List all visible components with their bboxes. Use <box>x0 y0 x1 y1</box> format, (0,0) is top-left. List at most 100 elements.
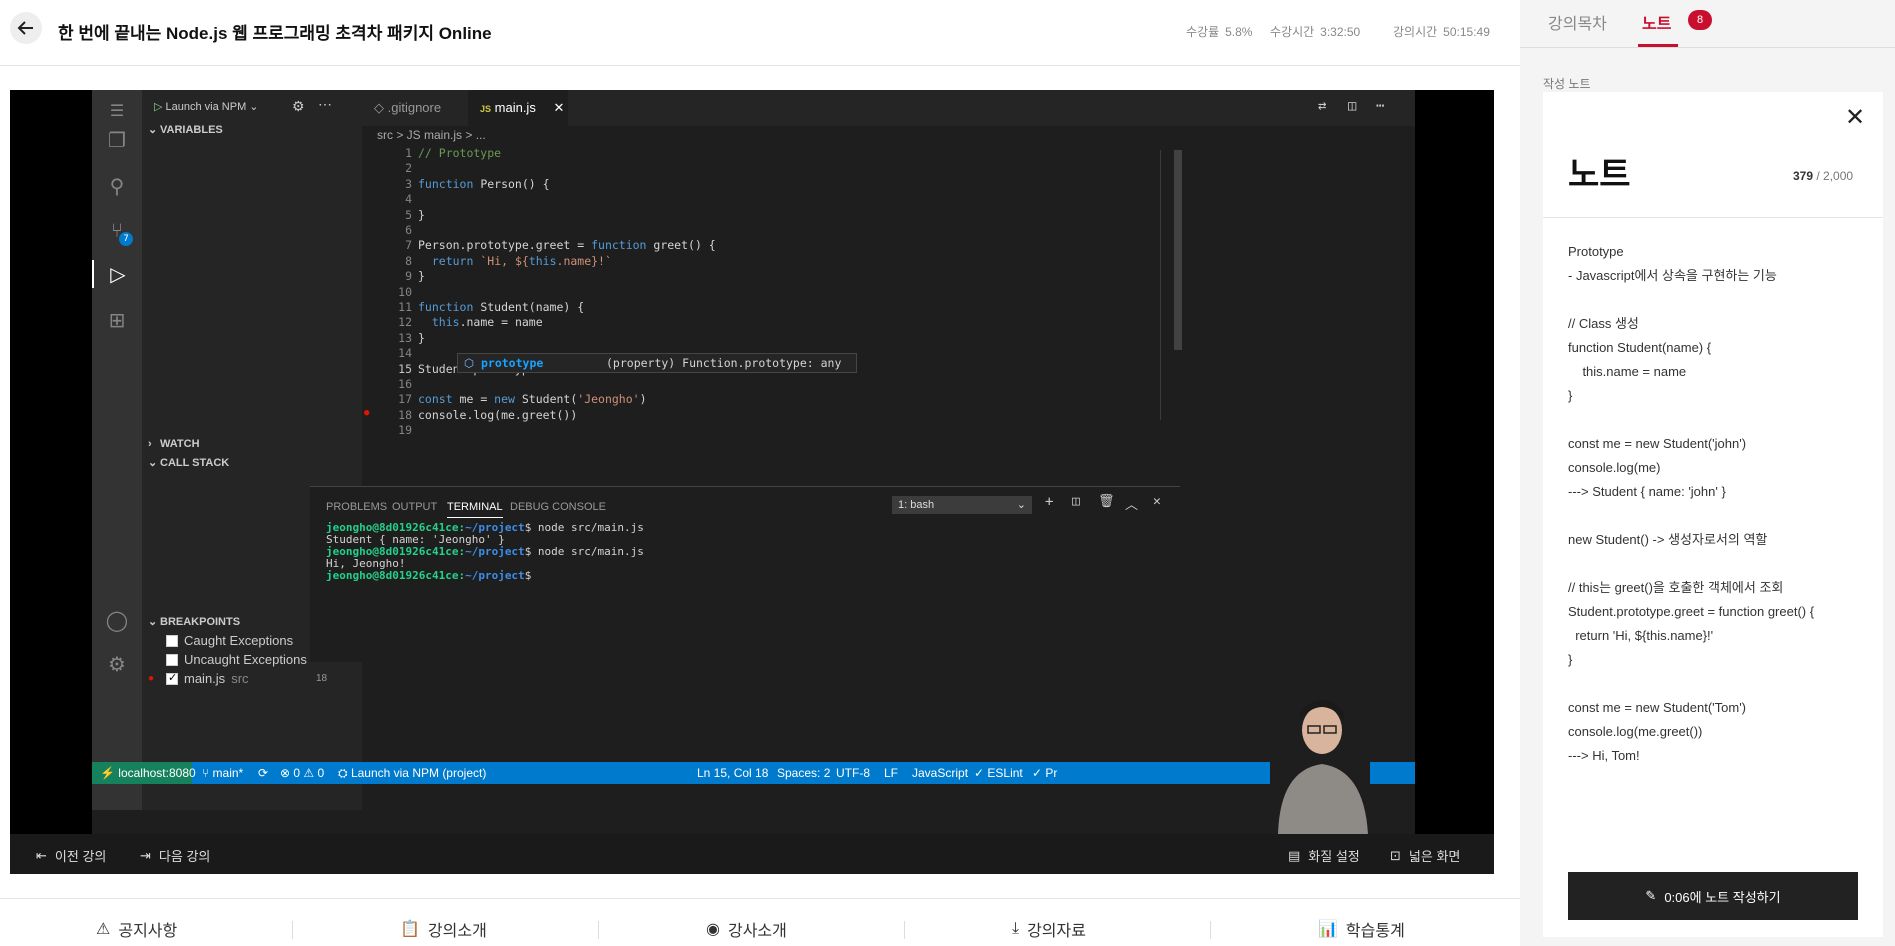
line-number: 11 <box>398 300 412 314</box>
breakpoint-dot: ● <box>364 407 370 418</box>
maximize-panel-icon: ︿ <box>1125 498 1139 513</box>
debug-config-select: ▷ Launch via NPM ⌄ <box>154 101 259 113</box>
trash-icon: 🗑 <box>1098 494 1115 509</box>
side-panel: 강의목차 노트 8 작성 노트 ✕ 노트 379 / 2,000 Prototy… <box>1520 0 1895 946</box>
sync-icon: ⟳ <box>258 766 269 780</box>
code-line: console.log(me.greet()) <box>418 407 578 422</box>
autocomplete-popup: ⬡ prototype (property) Function.prototyp… <box>457 353 857 373</box>
eslint-status: ✓ ESLint <box>974 766 1023 780</box>
arrow-left-icon <box>17 21 33 35</box>
nav-materials[interactable]: ⤓ 강의자료 <box>1012 917 1086 941</box>
back-button[interactable] <box>10 12 42 44</box>
quality-button[interactable]: ▤ 화질 설정 <box>1288 846 1360 865</box>
nav-notice[interactable]: ⚠ 공지사항 <box>96 917 177 941</box>
line-number: 19 <box>398 423 412 438</box>
nav-stats[interactable]: 📊 학습통계 <box>1318 917 1405 941</box>
tab-notes[interactable]: 노트 <box>1642 10 1671 34</box>
line-number: 4 <box>405 192 412 207</box>
explorer-icon: ❐ <box>108 128 126 152</box>
next-lecture-button[interactable]: ⇥ 다음 강의 <box>140 846 210 865</box>
line-number: 8 <box>405 253 412 268</box>
code-line: } <box>418 269 425 284</box>
settings-gear-icon: ⚙ <box>108 652 126 676</box>
property-icon: ⬡ <box>464 356 475 370</box>
person-icon: ◉ <box>706 921 720 938</box>
more-icon: ⋯ <box>318 96 332 112</box>
code-line: Person.prototype.greet = function greet(… <box>418 238 716 253</box>
terminal-select: 1: bash ⌄ <box>892 496 1032 514</box>
search-icon: ⚲ <box>109 174 125 198</box>
line-number: 1 <box>405 146 412 160</box>
code-line: return `Hi, ${this.name}!` <box>431 253 612 268</box>
remote-indicator: ⚡ localhost:8080 <box>100 766 196 780</box>
code-line: } <box>418 330 425 345</box>
active-tab-indicator <box>1638 44 1678 47</box>
tab-problems: PROBLEMS <box>326 501 388 513</box>
tab-terminal: TERMINAL <box>447 501 503 518</box>
tab-output: OUTPUT <box>392 501 438 513</box>
line-ending: LF <box>884 766 899 780</box>
debug-gear-icon: ⚙ <box>292 98 305 114</box>
progress-stat: 수강률 5.8% <box>1186 25 1253 39</box>
code-line: function Person() { <box>418 176 550 191</box>
problems-indicator: ⊗ 0 ⚠ 0 <box>280 766 325 780</box>
code-line: const me = new Student('Jeongho') <box>418 392 647 407</box>
terminal-line: jeongho@8d01926c41ce:~/project$ <box>326 569 538 582</box>
line-number: 13 <box>398 330 412 345</box>
course-header: 한 번에 끝내는 Node.js 웹 프로그래밍 초격차 패키지 Online … <box>0 0 1520 66</box>
split-terminal-icon: ◫ <box>1072 494 1080 509</box>
note-editor-card: ✕ 노트 379 / 2,000 Prototype - Javascript에… <box>1543 92 1883 937</box>
new-terminal-icon: + <box>1045 494 1054 510</box>
video-player[interactable]: ☰ ❐ ⚲ ⑂ 7 ▷ ⊞ ◯ ⚙ ▷ Launch via NPM ⌄ ⚙ ⋯… <box>10 90 1494 834</box>
line-number: 12 <box>398 315 412 330</box>
line-number: 14 <box>398 346 412 361</box>
line-number: 16 <box>398 377 412 391</box>
notes-count-badge: 8 <box>1688 10 1712 30</box>
code-editor: 1 // Prototype 2 3 function Person() {4 5} 6 7 P… <box>362 140 1415 500</box>
close-icon[interactable]: ✕ <box>1843 106 1867 130</box>
prev-lecture-button[interactable]: ⇤ 이전 강의 <box>36 846 106 865</box>
presenter-webcam <box>1270 690 1370 834</box>
breakpoint-caught: Caught Exceptions <box>166 633 293 648</box>
indentation: Spaces: 2 <box>777 766 831 780</box>
vscode-window: ☰ ❐ ⚲ ⑂ 7 ▷ ⊞ ◯ ⚙ ▷ Launch via NPM ⌄ ⚙ ⋯… <box>92 90 1415 834</box>
nav-course-intro[interactable]: 📋 강의소개 <box>400 917 487 941</box>
chart-icon: 📊 <box>1318 921 1338 938</box>
bottom-nav: ⚠ 공지사항 📋 강의소개 ◉ 강사소개 ⤓ 강의자료 📊 학습통계 <box>0 898 1520 946</box>
split-editor-icon: ◫ <box>1348 98 1357 114</box>
branch-indicator: ⑂ main* <box>202 766 244 780</box>
video-controls: ⇤ 이전 강의 ⇥ 다음 강의 ▤ 화질 설정 ⊡ 넓은 화면 <box>10 834 1494 874</box>
wide-screen-button[interactable]: ⊡ 넓은 화면 <box>1390 846 1460 865</box>
launch-indicator: ⛭ Launch via NPM (project) <box>338 766 487 780</box>
tab-mainjs: JS main.js ✕ <box>468 90 568 126</box>
line-number: 9 <box>405 269 412 284</box>
extensions-icon: ⊞ <box>108 308 126 332</box>
course-title: 한 번에 끝내는 Node.js 웹 프로그래밍 초격차 패키지 Online <box>58 24 492 43</box>
source-control-icon: ⑂ 7 <box>103 216 133 246</box>
write-note-button[interactable]: ✎ 0:06에 노트 작성하기 <box>1568 872 1858 920</box>
status-bar: ⚡ localhost:8080 ⑂ main* ⟳ ⊗ 0 ⚠ 0 ⛭ Lau… <box>92 762 1415 784</box>
line-number: 7 <box>405 238 412 253</box>
note-textarea[interactable]: Prototype - Javascript에서 상속을 구현하는 기능 // … <box>1568 240 1868 768</box>
editor-scrollbar <box>1174 150 1182 350</box>
editor-tabs: ◇ .gitignore JS main.js ✕ ⋯ ◫ ⇄ <box>362 90 1415 126</box>
open-changes-icon: ⇄ <box>1318 98 1327 114</box>
line-number: 2 <box>405 161 412 176</box>
quality-icon: ▤ <box>1288 847 1301 863</box>
line-number: 18 <box>398 407 412 422</box>
tab-debug-console: DEBUG CONSOLE <box>510 501 606 513</box>
pencil-icon: ✎ <box>1645 888 1657 903</box>
breakpoint-mainjs: ●main.jssrc18 <box>148 671 327 687</box>
encoding: UTF-8 <box>836 766 870 780</box>
written-notes-label: 작성 노트 <box>1543 77 1591 91</box>
nav-instructor[interactable]: ◉ 강사소개 <box>706 917 787 941</box>
breakpoint-uncaught: Uncaught Exceptions <box>166 652 307 667</box>
close-panel-icon: ✕ <box>1153 494 1161 509</box>
char-count: 379 / 2,000 <box>1793 169 1854 183</box>
tab-gitignore: ◇ .gitignore <box>374 100 442 115</box>
prev-icon: ⇤ <box>36 847 47 863</box>
next-icon: ⇥ <box>140 847 151 863</box>
line-number: 3 <box>405 176 412 191</box>
line-number: 6 <box>405 223 412 237</box>
tab-curriculum[interactable]: 강의목차 <box>1548 10 1607 34</box>
